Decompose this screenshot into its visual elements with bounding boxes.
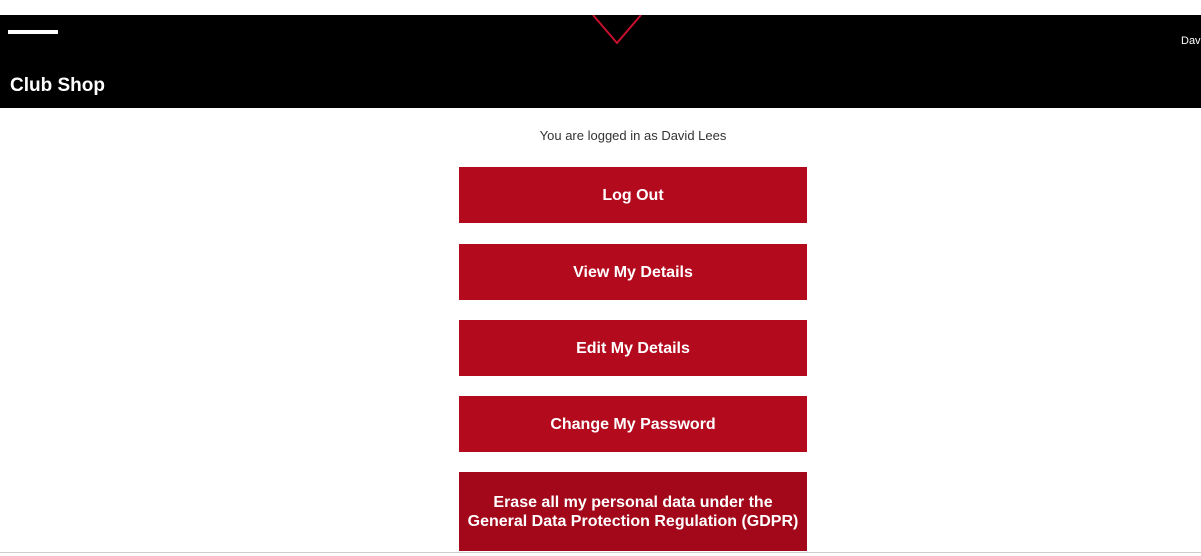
- logo[interactable]: [8, 30, 58, 34]
- logged-in-status: You are logged in as David Lees: [539, 128, 727, 143]
- chevron-down-icon: [592, 15, 642, 45]
- change-password-button[interactable]: Change My Password: [459, 396, 807, 452]
- site-header: Dav Club Shop: [0, 15, 1201, 108]
- log-out-button[interactable]: Log Out: [459, 167, 807, 223]
- page-title: Club Shop: [10, 75, 105, 96]
- erase-data-gdpr-button[interactable]: Erase all my personal data under the Gen…: [459, 472, 807, 551]
- user-menu-link[interactable]: Dav: [1181, 35, 1201, 47]
- top-strip: [0, 0, 1201, 15]
- edit-details-button[interactable]: Edit My Details: [459, 320, 807, 376]
- view-details-button[interactable]: View My Details: [459, 244, 807, 300]
- divider: [0, 552, 1201, 553]
